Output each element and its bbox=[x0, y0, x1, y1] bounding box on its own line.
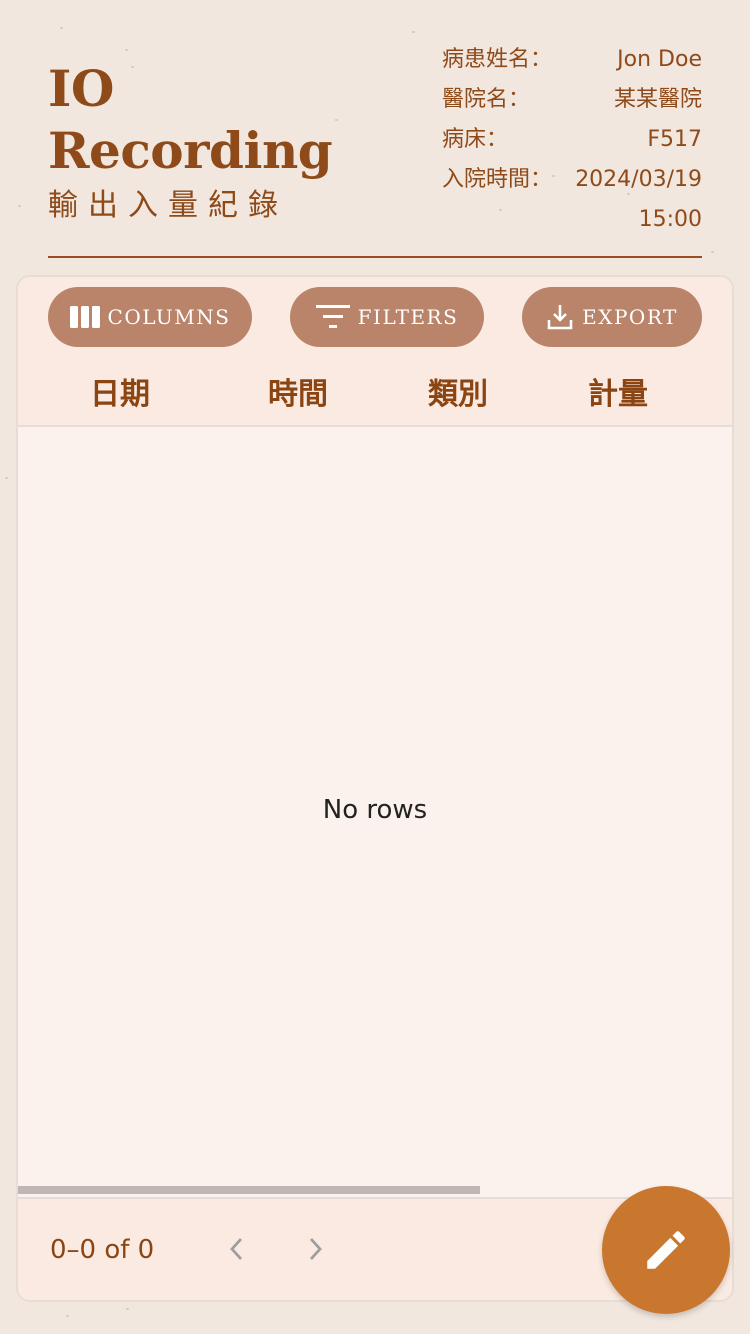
edit-fab-button[interactable] bbox=[602, 1186, 730, 1314]
download-icon bbox=[546, 303, 574, 331]
texture-speck bbox=[412, 31, 415, 33]
admission-time-row: 15:00 bbox=[442, 204, 702, 244]
page-title-block: IO Recording 輸出入量紀錄 bbox=[48, 58, 333, 224]
texture-speck bbox=[5, 477, 8, 479]
texture-speck bbox=[60, 27, 63, 29]
patient-name-label: 病患姓名： bbox=[442, 47, 553, 72]
texture-speck bbox=[335, 119, 338, 121]
admission-row: 入院時間： 2024/03/19 bbox=[442, 164, 702, 204]
export-button[interactable]: EXPORT bbox=[522, 287, 702, 347]
admission-label: 入院時間： bbox=[442, 167, 553, 192]
chevron-left-icon bbox=[230, 1238, 243, 1260]
column-header-category[interactable]: 類別 bbox=[428, 369, 488, 413]
texture-speck bbox=[18, 205, 21, 207]
admission-date: 2024/03/19 bbox=[575, 167, 702, 192]
admission-time: 15:00 bbox=[638, 207, 702, 232]
hospital-label: 醫院名： bbox=[442, 87, 531, 112]
header-divider bbox=[48, 256, 702, 258]
columns-button-label: COLUMNS bbox=[107, 305, 231, 329]
page-title-line-1: IO bbox=[48, 59, 114, 118]
page-title-line-2: Recording bbox=[48, 121, 333, 180]
bed-row: 病床： F517 bbox=[442, 124, 702, 164]
filter-list-icon bbox=[315, 304, 350, 330]
bed-label: 病床： bbox=[442, 127, 509, 152]
column-header-date[interactable]: 日期 bbox=[90, 369, 150, 413]
edit-pencil-icon bbox=[647, 1231, 685, 1269]
export-button-label: EXPORT bbox=[582, 305, 678, 329]
texture-speck bbox=[125, 49, 128, 51]
texture-speck bbox=[711, 251, 714, 253]
patient-name-value: Jon Doe bbox=[617, 47, 702, 72]
empty-state-text: No rows bbox=[322, 795, 428, 825]
hospital-value: 某某醫院 bbox=[613, 87, 702, 112]
patient-info-panel: 病患姓名： Jon Doe 醫院名： 某某醫院 病床： F517 入院時間： 2… bbox=[442, 44, 702, 244]
pagination-text: 0–0 of 0 bbox=[50, 1235, 155, 1265]
grid-body: No rows bbox=[18, 427, 732, 1197]
previous-page-button[interactable] bbox=[216, 1229, 256, 1269]
columns-button[interactable]: COLUMNS bbox=[48, 287, 252, 347]
page-title: IO Recording bbox=[48, 58, 333, 182]
texture-speck bbox=[66, 1315, 69, 1317]
horizontal-scrollbar[interactable] bbox=[18, 1186, 480, 1194]
io-data-grid: COLUMNS FILTERS EXPORT 日期 時間 類別 計量 No ro… bbox=[16, 275, 734, 1302]
grid-toolbar: COLUMNS FILTERS EXPORT 日期 時間 類別 計量 bbox=[18, 277, 732, 427]
filters-button-label: FILTERS bbox=[357, 305, 459, 329]
next-page-button[interactable] bbox=[296, 1229, 336, 1269]
column-header-amount[interactable]: 計量 bbox=[588, 369, 648, 413]
hospital-row: 醫院名： 某某醫院 bbox=[442, 84, 702, 124]
page-subtitle: 輸出入量紀錄 bbox=[48, 188, 288, 223]
bed-value: F517 bbox=[647, 127, 702, 152]
texture-speck bbox=[126, 1308, 129, 1310]
chevron-right-icon bbox=[309, 1238, 322, 1260]
column-header-time[interactable]: 時間 bbox=[268, 369, 328, 413]
patient-name-row: 病患姓名： Jon Doe bbox=[442, 44, 702, 84]
view-column-icon bbox=[69, 306, 100, 328]
filters-button[interactable]: FILTERS bbox=[290, 287, 484, 347]
